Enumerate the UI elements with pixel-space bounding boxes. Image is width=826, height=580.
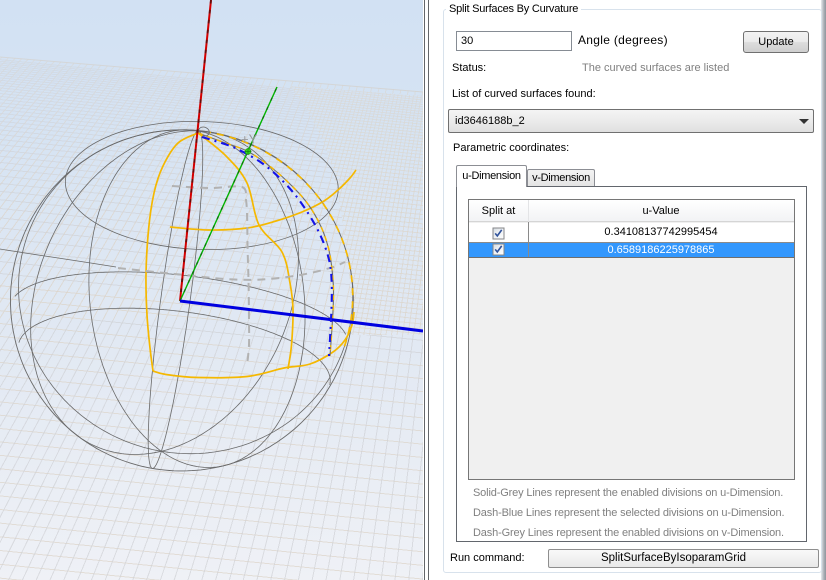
svg-text:+Y: +Y — [241, 132, 258, 147]
